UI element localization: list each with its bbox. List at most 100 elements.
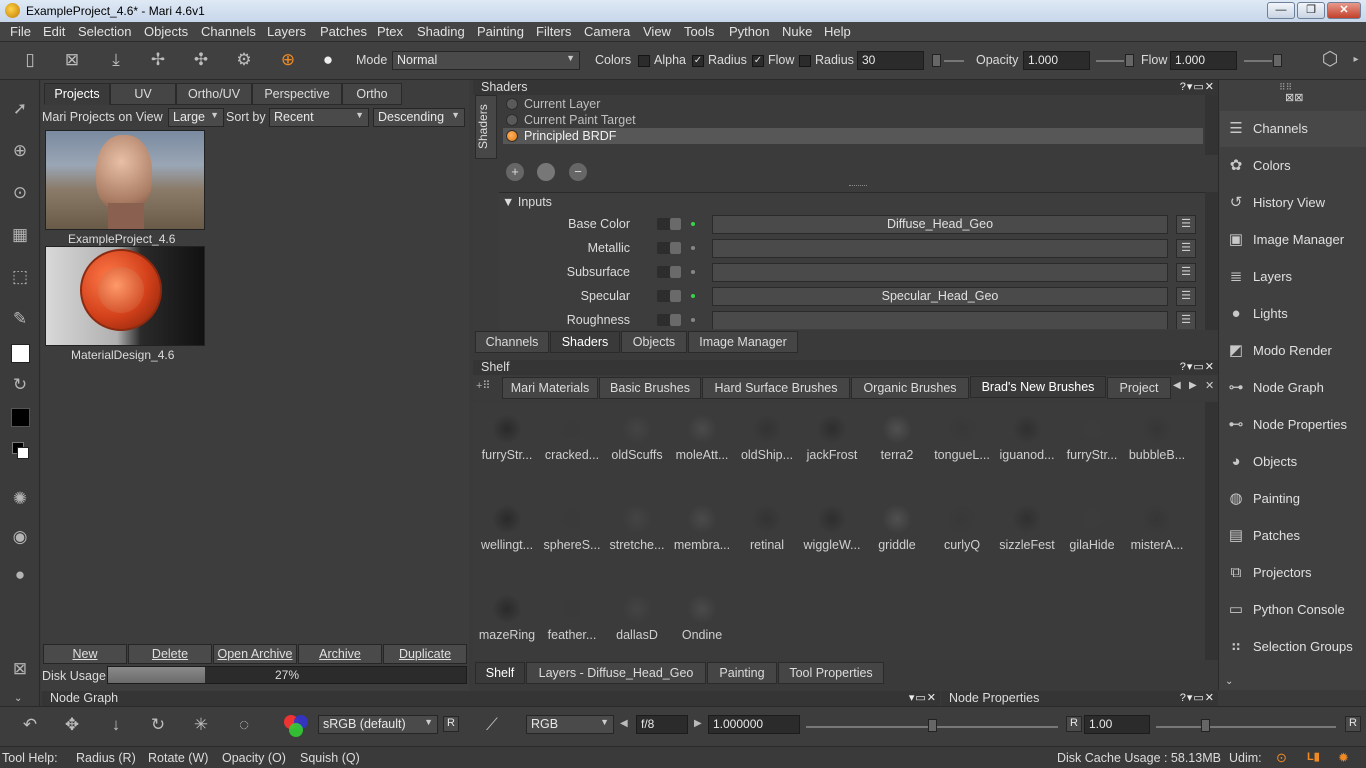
menu-camera[interactable]: Camera [584, 24, 630, 39]
input-toggle[interactable] [657, 218, 681, 230]
rotate-icon[interactable]: ↻ [148, 715, 168, 735]
brush-preset[interactable]: sizzleFest [994, 492, 1060, 582]
duplicate-shader-icon[interactable] [537, 163, 555, 181]
brush-preset[interactable]: curlyQ [929, 492, 995, 582]
shader-list-scrollbar[interactable] [1205, 95, 1218, 155]
brush-splat-icon[interactable]: ✺ [9, 488, 31, 510]
shelf-tab-mari-materials[interactable]: Mari Materials [502, 377, 598, 399]
eyedropper-icon[interactable]: ✎ [9, 308, 31, 330]
close-button[interactable]: ✕ [1327, 2, 1361, 19]
lock-udim-icon[interactable]: L▮ [1307, 750, 1320, 763]
menu-help[interactable]: Help [824, 24, 851, 39]
alpha-checkbox[interactable] [638, 55, 650, 67]
new-document-icon[interactable]: ▯ [20, 50, 40, 70]
sun-icon[interactable]: ✹ [1338, 750, 1349, 766]
shelf-tab-organic[interactable]: Organic Brushes [851, 377, 969, 399]
project-thumbnail-material[interactable] [45, 246, 205, 346]
tab-objects[interactable]: Objects [621, 331, 687, 353]
brush-preset[interactable]: oldShip... [734, 402, 800, 492]
brush-preset[interactable]: jackFrost [799, 402, 865, 492]
archive-button[interactable]: Archive [298, 644, 382, 664]
delete-project-button[interactable]: Delete [128, 644, 212, 664]
scroll-tabs-left-icon[interactable]: ◀ [1173, 380, 1181, 391]
scroll-tabs-right-icon[interactable]: ▶ [1189, 380, 1197, 391]
brush-preset[interactable]: misterA... [1124, 492, 1190, 582]
remove-shader-icon[interactable]: − [569, 163, 587, 181]
reset-colorspace-button[interactable]: R [443, 716, 459, 732]
curve-icon[interactable]: ⟋ [482, 715, 502, 735]
palette-modo-render[interactable]: ◩ Modo Render [1220, 333, 1366, 369]
shaders-side-tab[interactable]: Shaders [475, 95, 497, 159]
move-icon[interactable]: ✥ [62, 715, 82, 735]
tab-perspective[interactable]: Perspective [252, 83, 342, 105]
lasso-icon[interactable]: ◌ [234, 715, 254, 735]
projection-icon[interactable]: ✣ [191, 50, 211, 70]
exposure-slider-handle[interactable] [928, 719, 937, 732]
snapshot-icon[interactable]: ✢ [148, 50, 168, 70]
tab-tool-properties[interactable]: Tool Properties [778, 662, 884, 684]
tab-uv[interactable]: UV [110, 83, 176, 105]
flow-slider[interactable] [1244, 60, 1272, 62]
marquee-select-icon[interactable]: ⬚ [9, 266, 31, 288]
input-toggle[interactable] [657, 266, 681, 278]
brush-preset[interactable]: sphereS... [539, 492, 605, 582]
shelf-tab-hard-surface[interactable]: Hard Surface Brushes [702, 377, 850, 399]
brush-preset[interactable]: Ondine [669, 582, 735, 672]
tab-ortho-uv[interactable]: Ortho/UV [176, 83, 252, 105]
input-toggle[interactable] [657, 290, 681, 302]
brush-preset[interactable]: griddle [864, 492, 930, 582]
settings-gear-icon[interactable]: ⚙ [234, 50, 254, 70]
menu-view[interactable]: View [643, 24, 671, 39]
panel-controls-icon[interactable]: ?▾▭✕ [1180, 360, 1215, 375]
gamma-slider[interactable] [1156, 726, 1336, 728]
menu-ptex[interactable]: Ptex [377, 24, 403, 39]
chevron-right-icon[interactable]: ▸ [1350, 50, 1362, 70]
fstop-decrease-icon[interactable]: ◀ [620, 718, 628, 729]
dock-toggle-icon[interactable]: ⊠⊠ [1285, 91, 1303, 104]
inputs-scrollbar[interactable] [1205, 192, 1218, 330]
flow-input[interactable]: 1.000 [1170, 51, 1237, 70]
menu-shading[interactable]: Shading [417, 24, 465, 39]
palette-layers[interactable]: ≣ Layers [1220, 259, 1366, 295]
input-map-button[interactable]: Diffuse_Head_Geo [712, 215, 1168, 234]
menu-channels[interactable]: Channels [201, 24, 256, 39]
input-toggle[interactable] [657, 314, 681, 326]
gamma-slider-handle[interactable] [1201, 719, 1210, 732]
input-map-button[interactable] [712, 239, 1168, 258]
menu-python[interactable]: Python [729, 24, 769, 39]
tab-image-manager[interactable]: Image Manager [688, 331, 798, 353]
tab-painting[interactable]: Painting [707, 662, 777, 684]
radius-checkbox[interactable]: ✓ [692, 55, 704, 67]
palette-node-properties[interactable]: ⊷ Node Properties [1220, 407, 1366, 443]
input-map-button[interactable] [712, 263, 1168, 282]
shelf-tab-project[interactable]: Project [1107, 377, 1171, 399]
input-options-icon[interactable]: ☰ [1176, 239, 1196, 258]
grid-transform-icon[interactable]: ▦ [9, 224, 31, 246]
paint-through-icon[interactable]: ⊕ [9, 140, 31, 162]
minimize-button[interactable]: — [1267, 2, 1295, 19]
brush-preset[interactable]: wiggleW... [799, 492, 865, 582]
channel-dropdown[interactable]: RGB ▼ [526, 715, 614, 734]
palette-image-manager[interactable]: ▣ Image Manager [1220, 222, 1366, 258]
magnify-icon[interactable]: ⊙ [9, 182, 31, 204]
shader-current-paint-target[interactable]: Current Paint Target [503, 112, 1203, 128]
brush-preset[interactable]: retinal [734, 492, 800, 582]
input-options-icon[interactable]: ☰ [1176, 311, 1196, 329]
tab-shaders[interactable]: Shaders [550, 331, 620, 353]
expand-down-icon[interactable]: ⌄ [1225, 676, 1233, 687]
input-options-icon[interactable]: ☰ [1176, 215, 1196, 234]
menu-selection[interactable]: Selection [78, 24, 131, 39]
add-shelf-icon[interactable]: +⠿ [476, 379, 490, 392]
arrow-down-icon[interactable]: ↓ [106, 715, 126, 735]
palette-patches[interactable]: ▤ Patches [1220, 518, 1366, 554]
menu-layers[interactable]: Layers [267, 24, 306, 39]
swap-colors-icon[interactable]: ↻ [9, 374, 31, 396]
opacity-slider[interactable] [1096, 60, 1124, 62]
brush-preset[interactable]: bubbleB... [1124, 402, 1190, 492]
brush-preset[interactable]: terra2 [864, 402, 930, 492]
material-ball-icon[interactable]: ● [9, 564, 31, 586]
reset-exposure-button[interactable]: R [1066, 716, 1082, 732]
menu-nuke[interactable]: Nuke [782, 24, 812, 39]
palette-lights[interactable]: ● Lights [1220, 296, 1366, 332]
fstop-input[interactable]: f/8 [636, 715, 688, 734]
